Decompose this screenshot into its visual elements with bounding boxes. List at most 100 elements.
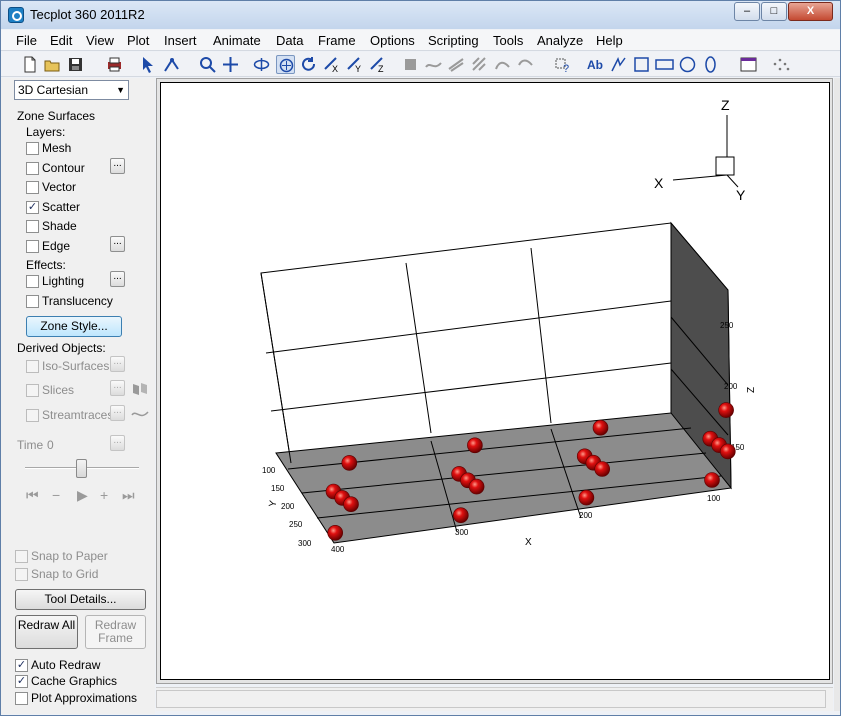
skip-first-icon[interactable]: ⏮ xyxy=(26,487,39,504)
contour-add-icon[interactable] xyxy=(493,55,512,74)
open-folder-icon[interactable] xyxy=(43,55,62,74)
snap-to-paper-checkbox[interactable] xyxy=(15,550,28,563)
streamtrace-icon xyxy=(131,406,149,420)
save-icon[interactable] xyxy=(66,55,85,74)
slice-icon[interactable] xyxy=(447,55,466,74)
iso-surfaces-options-button[interactable]: ... xyxy=(110,356,125,372)
step-back-icon[interactable]: − xyxy=(52,487,60,503)
menu-insert[interactable]: Insert xyxy=(164,33,197,48)
zoom-icon[interactable] xyxy=(198,55,217,74)
contour-options-button[interactable]: ... xyxy=(110,158,125,174)
polyline-icon[interactable] xyxy=(609,55,628,74)
plot-approximations-label: Plot Approximations xyxy=(31,691,138,705)
menu-options[interactable]: Options xyxy=(370,33,415,48)
svg-text:?: ? xyxy=(563,63,569,74)
translucency-label: Translucency xyxy=(42,294,113,308)
redraw-all-button[interactable]: Redraw All xyxy=(15,615,78,649)
scatter-checkbox[interactable]: ✓ xyxy=(26,201,39,214)
maximize-button[interactable]: □ xyxy=(761,2,787,21)
menu-frame[interactable]: Frame xyxy=(318,33,356,48)
print-icon[interactable] xyxy=(105,55,124,74)
lighting-options-button[interactable]: ... xyxy=(110,271,125,287)
vector-label: Vector xyxy=(42,180,77,194)
translucency-checkbox[interactable] xyxy=(26,295,39,308)
time-slider-thumb[interactable] xyxy=(76,459,87,478)
skip-last-icon[interactable]: ⏭ xyxy=(122,487,135,504)
orientation-x-label: X xyxy=(654,175,664,191)
frame-icon[interactable] xyxy=(739,55,758,74)
menu-help[interactable]: Help xyxy=(596,33,623,48)
geometry-help-icon[interactable]: ? xyxy=(554,55,573,75)
step-forward-icon[interactable]: + xyxy=(100,487,108,503)
x-tick-label: 300 xyxy=(455,528,469,537)
svg-text:X: X xyxy=(332,64,338,74)
contour-line-icon[interactable] xyxy=(516,55,535,74)
plot-canvas[interactable]: Z X Y 100 200 300 400 X 100 150 200 250 … xyxy=(160,82,830,680)
probe-icon[interactable] xyxy=(401,55,420,74)
play-icon[interactable]: ▶ xyxy=(77,487,88,504)
streamtraces-checkbox[interactable] xyxy=(26,409,39,422)
translate-icon[interactable] xyxy=(221,55,240,74)
menu-data[interactable]: Data xyxy=(276,33,303,48)
scatter-point xyxy=(343,496,359,513)
auto-redraw-checkbox[interactable]: ✓ xyxy=(15,659,28,672)
redraw-frame-button[interactable]: Redraw Frame xyxy=(85,615,146,649)
menu-analyze[interactable]: Analyze xyxy=(537,33,583,48)
select-arrow-icon[interactable] xyxy=(139,55,158,74)
snap-to-grid-checkbox[interactable] xyxy=(15,568,28,581)
text-icon[interactable]: Ab xyxy=(586,55,605,74)
rotate-spherical-icon[interactable] xyxy=(252,55,271,74)
x-tick-label: 400 xyxy=(331,545,345,554)
snap-to-paper-label: Snap to Paper xyxy=(31,549,108,563)
minimize-button[interactable]: – xyxy=(734,2,760,21)
ellipse-icon[interactable] xyxy=(701,55,720,74)
main-toolbar: X Y Z ? Ab xyxy=(1,52,840,77)
edge-checkbox[interactable] xyxy=(26,240,39,253)
vector-checkbox[interactable] xyxy=(26,181,39,194)
rotate-twist-icon[interactable] xyxy=(299,55,318,74)
menu-tools[interactable]: Tools xyxy=(493,33,523,48)
close-button[interactable]: X xyxy=(788,2,833,21)
menu-file[interactable]: File xyxy=(16,33,37,48)
menu-animate[interactable]: Animate xyxy=(213,33,261,48)
isosurface-icon[interactable] xyxy=(470,55,489,74)
circle-icon[interactable] xyxy=(678,55,697,74)
menu-view[interactable]: View xyxy=(86,33,114,48)
plot-type-select[interactable]: 3D Cartesian ▼ xyxy=(14,80,129,100)
streamtraces-options-button[interactable]: ... xyxy=(110,405,125,421)
slices-options-button[interactable]: ... xyxy=(110,380,125,396)
cache-graphics-checkbox[interactable]: ✓ xyxy=(15,675,28,688)
rotate-rollerball-icon[interactable] xyxy=(276,55,295,74)
rotate-x-icon[interactable]: X xyxy=(322,55,341,74)
sidebar-panel: 3D Cartesian ▼ Zone Surfaces Layers: Mes… xyxy=(1,78,155,714)
square-icon[interactable] xyxy=(632,55,651,74)
lighting-checkbox[interactable] xyxy=(26,275,39,288)
plot-approximations-checkbox[interactable] xyxy=(15,692,28,705)
contour-checkbox[interactable] xyxy=(26,162,39,175)
edge-options-button[interactable]: ... xyxy=(110,236,125,252)
menu-scripting[interactable]: Scripting xyxy=(428,33,479,48)
shade-checkbox[interactable] xyxy=(26,220,39,233)
rotate-z-icon[interactable]: Z xyxy=(368,55,387,74)
menu-edit[interactable]: Edit xyxy=(50,33,72,48)
tool-details-button[interactable]: Tool Details... xyxy=(15,589,146,610)
auto-redraw-label: Auto Redraw xyxy=(31,658,101,672)
slices-checkbox[interactable] xyxy=(26,384,39,397)
mesh-checkbox[interactable] xyxy=(26,142,39,155)
streamtrace-icon[interactable] xyxy=(424,55,443,74)
plot-type-value: 3D Cartesian xyxy=(18,83,89,97)
rotate-y-icon[interactable]: Y xyxy=(345,55,364,74)
new-file-icon[interactable] xyxy=(20,55,39,74)
zone-style-button[interactable]: Zone Style... xyxy=(26,316,122,337)
time-options-button[interactable]: ... xyxy=(110,435,125,451)
y-tick-label: 200 xyxy=(281,502,295,511)
mesh-label: Mesh xyxy=(42,141,72,155)
scatter-point xyxy=(467,437,483,454)
plot-3d-scatter[interactable]: Z X Y 100 200 300 400 X 100 150 200 250 … xyxy=(161,83,831,681)
menu-plot[interactable]: Plot xyxy=(127,33,149,48)
time-value: 0 xyxy=(47,438,54,452)
adjustor-icon[interactable] xyxy=(162,55,181,74)
iso-surfaces-checkbox[interactable] xyxy=(26,360,39,373)
rectangle-icon[interactable] xyxy=(655,55,674,74)
dots-icon[interactable] xyxy=(771,55,790,74)
